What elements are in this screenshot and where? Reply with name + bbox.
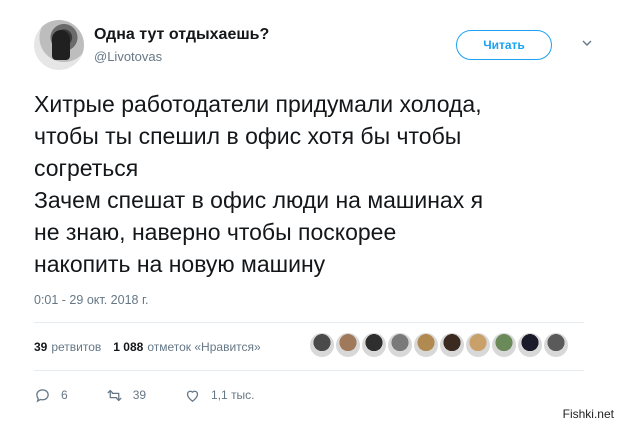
retweet-count: 39 <box>132 388 147 402</box>
tweet-timestamp[interactable]: 0:01 - 29 окт. 2018 г. <box>34 293 148 307</box>
tweet-line: чтобы ты спешил в офис хотя бы чтобы <box>34 123 462 149</box>
user-display-name[interactable]: Одна тут отдыхаешь? <box>94 26 269 44</box>
retweet-icon <box>107 389 122 401</box>
liker-avatar[interactable] <box>336 333 360 357</box>
avatar[interactable] <box>34 20 84 70</box>
liker-avatar[interactable] <box>492 333 516 357</box>
like-button[interactable]: 1,1 тыс. <box>184 387 255 404</box>
heart-icon <box>186 390 199 402</box>
watermark: Fishki.net <box>562 407 614 421</box>
tweet-actions: 6 39 1,1 тыс. <box>34 385 293 405</box>
liker-avatar[interactable] <box>466 333 490 357</box>
divider <box>34 370 584 371</box>
reply-count: 6 <box>61 388 68 402</box>
likes-count[interactable]: 1 088 <box>113 340 143 354</box>
liker-avatar[interactable] <box>544 333 568 357</box>
liker-avatar[interactable] <box>388 333 412 357</box>
tweet-line: согреться <box>34 155 139 181</box>
tweet-header: Одна тут отдыхаешь? @Livotovas Читать <box>34 20 594 76</box>
reply-icon <box>36 388 49 403</box>
liker-avatars <box>310 333 570 357</box>
follow-button[interactable]: Читать <box>456 30 552 60</box>
retweet-button[interactable]: 39 <box>106 387 146 404</box>
reply-button[interactable]: 6 <box>34 387 68 404</box>
liker-avatar[interactable] <box>518 333 542 357</box>
chevron-down-icon[interactable] <box>582 38 592 48</box>
liker-avatar[interactable] <box>414 333 438 357</box>
retweets-label[interactable]: ретвитов <box>51 340 101 354</box>
tweet-stats: 39 ретвитов 1 088 отметок «Нравится» <box>34 337 273 357</box>
liker-avatar[interactable] <box>440 333 464 357</box>
like-count: 1,1 тыс. <box>211 388 255 402</box>
tweet-line: Хитрые работодатели придумали холода, <box>34 91 482 117</box>
divider <box>34 322 584 323</box>
tweet-line: Зачем спешат в офис люди на машинах я <box>34 187 484 213</box>
retweets-count[interactable]: 39 <box>34 340 47 354</box>
tweet-text: Хитрые работодатели придумали холода, чт… <box>34 88 594 280</box>
tweet-line: не знаю, наверно чтобы поскорее <box>34 219 397 245</box>
liker-avatar[interactable] <box>310 333 334 357</box>
user-handle[interactable]: @Livotovas <box>94 49 162 64</box>
likes-label[interactable]: отметок «Нравится» <box>147 340 260 354</box>
liker-avatar[interactable] <box>362 333 386 357</box>
tweet-line: накопить на новую машину <box>34 251 326 277</box>
